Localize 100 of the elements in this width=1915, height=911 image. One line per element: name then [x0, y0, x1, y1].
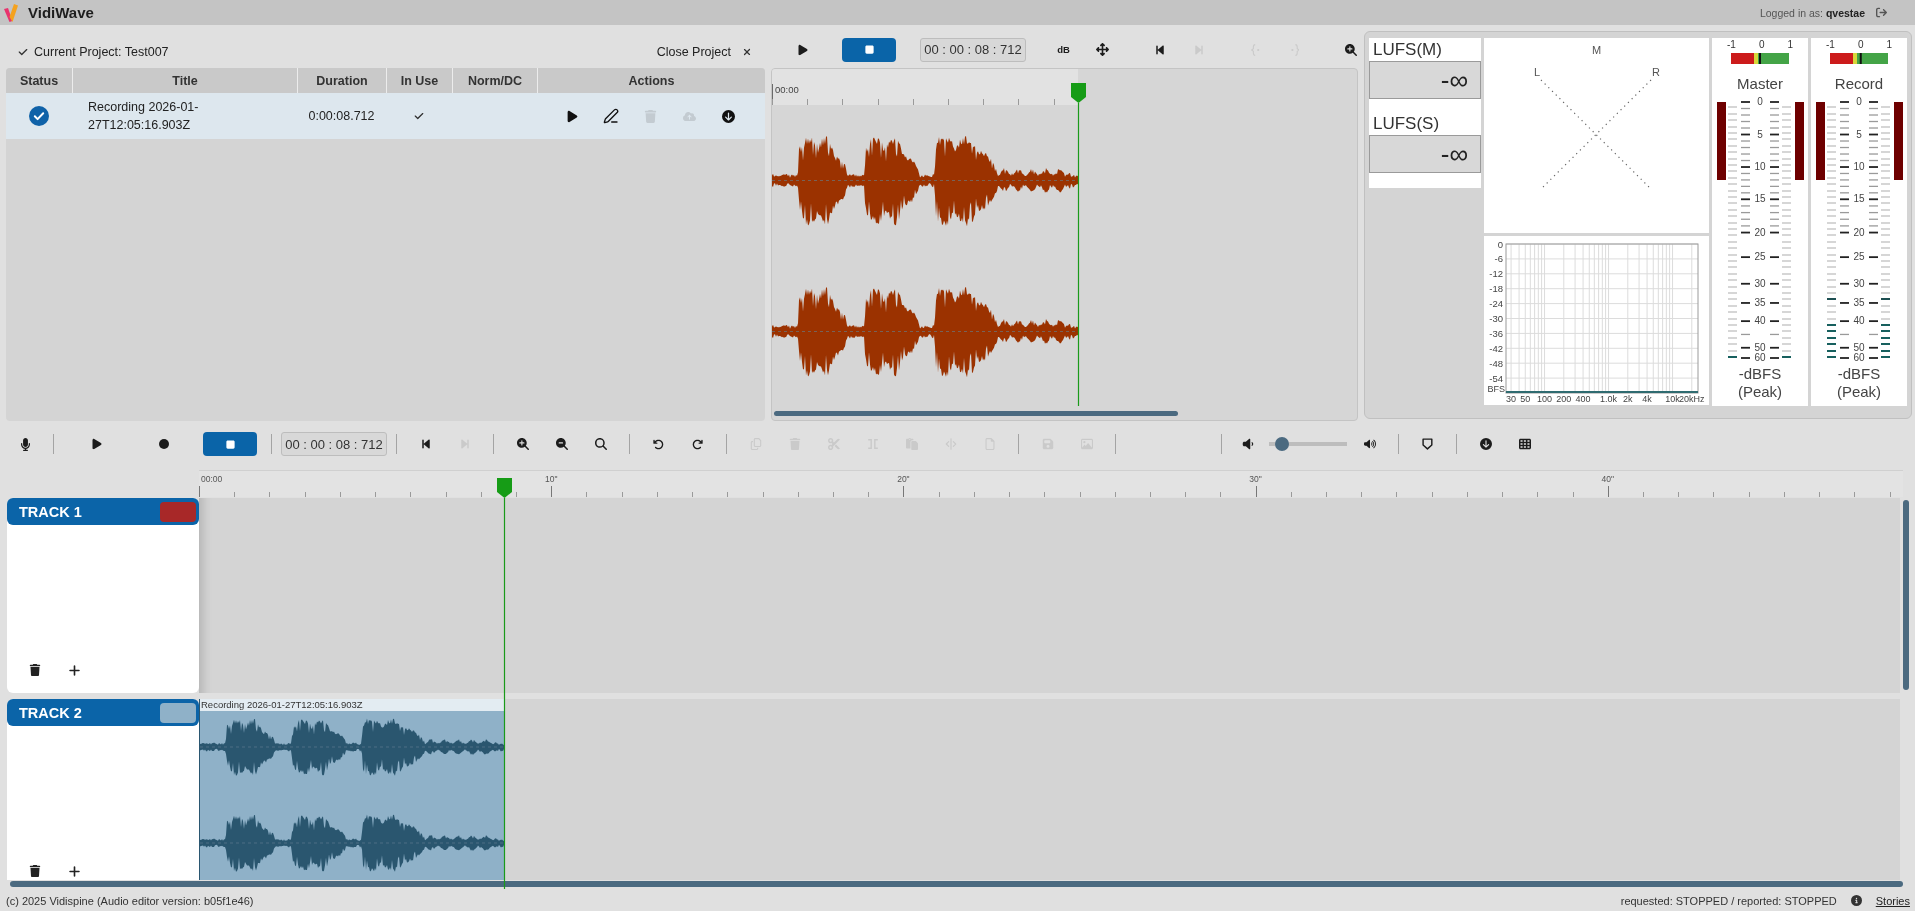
- time-display: 00 : 00 : 08 : 712: [281, 432, 387, 456]
- axis-label: -42: [1489, 342, 1503, 354]
- meter-unit: -dBFS: [1837, 365, 1881, 383]
- playhead[interactable]: [1070, 83, 1086, 406]
- scale-label: 50: [1852, 342, 1866, 353]
- ruler-label: 00:00: [775, 84, 799, 95]
- scrollbar[interactable]: [10, 881, 1903, 887]
- scale-label: 1: [1886, 39, 1892, 51]
- download-icon: [721, 109, 735, 123]
- axis-label: 1.0k: [1600, 394, 1618, 404]
- meter-title: Record: [1834, 75, 1884, 93]
- play-icon: [797, 43, 809, 56]
- db-button[interactable]: dB: [1044, 37, 1083, 62]
- logo-icon: [4, 3, 18, 22]
- scale-label: 5: [1756, 129, 1764, 140]
- info-icon[interactable]: [1850, 895, 1862, 906]
- axis-label: -36: [1489, 327, 1503, 339]
- scale-label: 50: [1753, 342, 1767, 353]
- axis-label: 100: [1537, 394, 1553, 404]
- axis-label: -48: [1489, 357, 1503, 369]
- stop-button[interactable]: [842, 37, 896, 62]
- meter-unit: -dBFS: [1738, 365, 1782, 383]
- pen-icon: [603, 108, 619, 124]
- zoom-out-icon: [555, 438, 568, 450]
- cloud-upload-icon: [682, 109, 696, 123]
- scale-label: 0: [1857, 39, 1864, 51]
- ruler-label: 40": [1601, 474, 1615, 484]
- table-cell-text: Recording 2026-01-27T12:05:16.903Z: [87, 99, 200, 134]
- slider-thumb[interactable]: [1275, 437, 1290, 451]
- swatch-icon[interactable]: [160, 702, 196, 723]
- axis-label: 20kHz: [1679, 394, 1705, 404]
- skip-back-icon: [419, 438, 432, 450]
- scale-label: -1: [1727, 39, 1736, 51]
- axis-label: 4k: [1642, 394, 1652, 404]
- playhead[interactable]: [496, 478, 512, 889]
- meter-mode: (Peak): [1737, 383, 1783, 401]
- zoom-in-icon: [1345, 43, 1357, 56]
- scale-label: 1: [1787, 39, 1793, 51]
- track-name: TRACK 1: [19, 503, 82, 520]
- scale-label: 35: [1753, 297, 1767, 308]
- undo-icon: [653, 438, 664, 450]
- axis-label: -54: [1489, 372, 1503, 384]
- copyright-text: (c) 2025 Vidispine (Audio editor version: b05f1e46): [6, 894, 254, 907]
- user-label: Logged in as: qvestae: [1759, 6, 1865, 19]
- axis-label: -30: [1489, 313, 1503, 324]
- stop-icon: [224, 438, 236, 450]
- axis-label: 0: [1497, 238, 1503, 250]
- stop-button[interactable]: [203, 432, 257, 456]
- app-title: VidiWave: [28, 4, 94, 21]
- play-icon: [91, 438, 103, 450]
- trash-icon: [643, 109, 657, 123]
- scale-label: 30: [1753, 278, 1767, 289]
- move-icon: [1096, 43, 1109, 56]
- axis-label: 2k: [1623, 394, 1633, 404]
- axis-label: L: [1533, 66, 1541, 78]
- axis-label: 10k: [1665, 394, 1680, 404]
- volume-low-icon: [1242, 438, 1254, 450]
- axis-label: 30: [1506, 394, 1517, 404]
- scrollbar[interactable]: [774, 411, 1178, 416]
- axis-label: 400: [1575, 394, 1591, 404]
- scale-label: 0: [1855, 97, 1863, 107]
- scale-label: 10: [1753, 162, 1767, 172]
- stories-link[interactable]: Stories: [1875, 894, 1910, 907]
- scale-label: 15: [1753, 194, 1767, 205]
- scale-label: 25: [1852, 252, 1866, 263]
- download-icon: [1479, 438, 1492, 450]
- axis-label: 200: [1556, 394, 1572, 404]
- axis-label: 50: [1520, 394, 1531, 404]
- trash-icon: [29, 865, 41, 877]
- scale-label: 15: [1852, 194, 1866, 205]
- trash-icon: [29, 664, 41, 676]
- axis-title: BFS: [1487, 384, 1505, 394]
- stop-icon: [863, 44, 875, 55]
- logout-button[interactable]: [1874, 5, 1888, 20]
- audio-clip[interactable]: Recording 2026-01-27T12:05:16.903Z: [199, 699, 504, 880]
- swatch-icon[interactable]: [160, 501, 196, 522]
- time-display: 00 : 00 : 08 : 712: [920, 37, 1026, 62]
- skip-back-icon: [1153, 43, 1166, 56]
- ruler-label: 20": [897, 474, 910, 484]
- clip-title: Recording 2026-01-27T12:05:16.903Z: [200, 699, 504, 711]
- playback-status: requested: STOPPED / reported: STOPPED: [1620, 894, 1837, 907]
- scale-label: 0: [1758, 39, 1765, 51]
- close-project-button[interactable]: Close Project: [656, 45, 752, 59]
- scale-label: -1: [1826, 39, 1835, 51]
- shield-icon: [1422, 438, 1433, 450]
- axis-label: M: [1591, 44, 1602, 56]
- axis-label: -6: [1494, 253, 1503, 265]
- scale-label: 20: [1852, 227, 1866, 238]
- plus-icon: [67, 663, 81, 677]
- record-icon: [159, 439, 169, 449]
- close-icon: [742, 47, 752, 57]
- ruler-label: 30": [1249, 474, 1262, 484]
- loudness-label: LUFS(M): [1372, 39, 1443, 61]
- scale-label: 60: [1753, 353, 1767, 363]
- scrollbar[interactable]: [1903, 500, 1909, 690]
- ruler-label: 00:00: [201, 474, 223, 484]
- table-cell-text: 0:00:08.712: [307, 109, 376, 123]
- table-row[interactable]: Recording 2026-01-27T12:05:16.903Z 0:00:08.712: [6, 93, 765, 139]
- redo-icon: [692, 438, 703, 450]
- axis-label: -18: [1489, 283, 1503, 295]
